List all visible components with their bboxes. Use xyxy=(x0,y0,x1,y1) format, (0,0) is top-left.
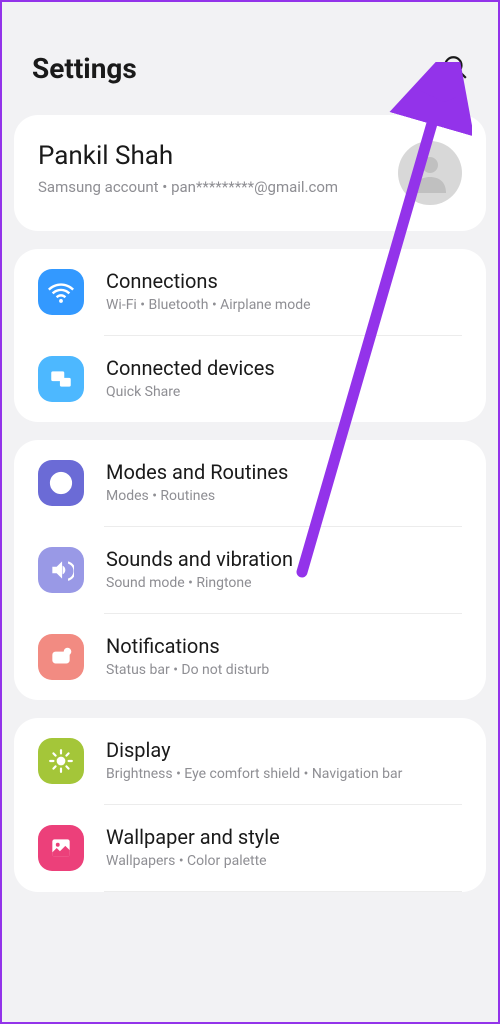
item-sub: Modes • Routines xyxy=(106,487,462,505)
item-title: Notifications xyxy=(106,634,462,658)
account-info: Pankil Shah Samsung account • pan*******… xyxy=(38,141,388,198)
settings-group: Connections Wi-Fi • Bluetooth • Airplane… xyxy=(14,249,486,422)
item-title: Modes and Routines xyxy=(106,460,462,484)
item-title: Connected devices xyxy=(106,356,462,380)
item-sub: Status bar • Do not disturb xyxy=(106,661,462,679)
setting-connections[interactable]: Connections Wi-Fi • Bluetooth • Airplane… xyxy=(14,249,486,335)
item-title: Connections xyxy=(106,269,462,293)
item-text: Modes and Routines Modes • Routines xyxy=(106,460,462,505)
page-title: Settings xyxy=(32,52,137,85)
setting-sounds[interactable]: Sounds and vibration Sound mode • Ringto… xyxy=(14,527,486,613)
item-text: Sounds and vibration Sound mode • Ringto… xyxy=(106,547,462,592)
search-icon xyxy=(442,54,468,80)
notifications-icon xyxy=(38,634,84,680)
item-text: Wallpaper and style Wallpapers • Color p… xyxy=(106,825,462,870)
item-title: Wallpaper and style xyxy=(106,825,462,849)
item-sub: Wallpapers • Color palette xyxy=(106,852,462,870)
settings-group: Modes and Routines Modes • Routines Soun… xyxy=(14,440,486,700)
setting-display[interactable]: Display Brightness • Eye comfort shield … xyxy=(14,718,486,804)
devices-icon xyxy=(38,356,84,402)
item-text: Display Brightness • Eye comfort shield … xyxy=(106,738,462,783)
item-title: Sounds and vibration xyxy=(106,547,462,571)
item-text: Notifications Status bar • Do not distur… xyxy=(106,634,462,679)
divider xyxy=(104,891,462,892)
setting-connected-devices[interactable]: Connected devices Quick Share xyxy=(14,336,486,422)
item-sub: Sound mode • Ringtone xyxy=(106,574,462,592)
modes-icon xyxy=(38,460,84,506)
item-sub: Wi-Fi • Bluetooth • Airplane mode xyxy=(106,296,462,314)
setting-notifications[interactable]: Notifications Status bar • Do not distur… xyxy=(14,614,486,700)
wallpaper-icon xyxy=(38,825,84,871)
item-text: Connections Wi-Fi • Bluetooth • Airplane… xyxy=(106,269,462,314)
display-icon xyxy=(38,738,84,784)
header: Settings xyxy=(2,2,498,115)
account-name: Pankil Shah xyxy=(38,141,388,171)
settings-group: Display Brightness • Eye comfort shield … xyxy=(14,718,486,892)
item-title: Display xyxy=(106,738,462,762)
search-button[interactable] xyxy=(442,54,468,84)
setting-wallpaper[interactable]: Wallpaper and style Wallpapers • Color p… xyxy=(14,805,486,891)
setting-modes[interactable]: Modes and Routines Modes • Routines xyxy=(14,440,486,526)
account-sub: Samsung account • pan*********@gmail.com xyxy=(38,177,388,198)
wifi-icon xyxy=(38,269,84,315)
item-text: Connected devices Quick Share xyxy=(106,356,462,401)
avatar-icon xyxy=(406,149,454,197)
item-sub: Quick Share xyxy=(106,383,462,401)
sound-icon xyxy=(38,547,84,593)
account-card[interactable]: Pankil Shah Samsung account • pan*******… xyxy=(14,115,486,231)
avatar xyxy=(398,141,462,205)
item-sub: Brightness • Eye comfort shield • Naviga… xyxy=(106,765,462,783)
